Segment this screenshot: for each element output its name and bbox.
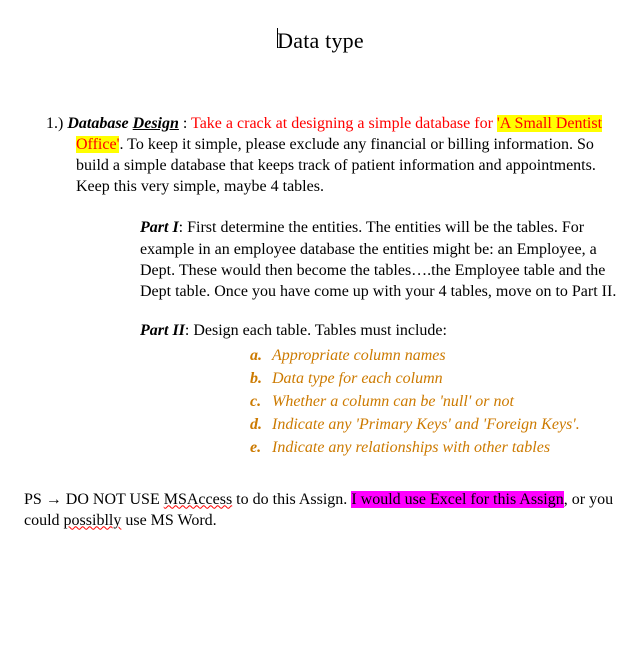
part-2-body: : Design each table. Tables must include… <box>185 322 447 339</box>
list-text: Indicate any relationships with other ta… <box>272 437 625 458</box>
ps-label: PS <box>24 491 46 508</box>
list-text: Indicate any 'Primary Keys' and 'Foreign… <box>272 414 625 435</box>
question-1-paragraph: 1.) Database Design : Take a crack at de… <box>76 113 625 197</box>
list-item: c. Whether a column can be 'null' or not <box>250 391 625 412</box>
postscript: PS → DO NOT USE MSAccess to do this Assi… <box>24 489 625 531</box>
list-item: e. Indicate any relationships with other… <box>250 437 625 458</box>
list-item: a. Appropriate column names <box>250 345 625 366</box>
ps-highlight-excel-1: I would use Excel for <box>351 491 493 508</box>
list-letter: a. <box>250 345 272 366</box>
document-page: Data type 1.) Database Design : Take a c… <box>0 0 641 551</box>
part-2-heading: Part II <box>140 322 185 339</box>
label-design: Design <box>133 115 179 132</box>
question-1: 1.) Database Design : Take a crack at de… <box>46 113 625 459</box>
ps-before-msaccess: DO NOT USE <box>62 491 164 508</box>
part-1-body: : First determine the entities. The enti… <box>140 219 616 299</box>
list-item: b. Data type for each column <box>250 368 625 389</box>
part-2-requirements-list: a. Appropriate column names b. Data type… <box>250 345 625 459</box>
list-text: Whether a column can be 'null' or not <box>272 391 625 412</box>
ps-mid: to do this Assign. <box>232 491 351 508</box>
list-item: d. Indicate any 'Primary Keys' and 'Fore… <box>250 414 625 435</box>
list-letter: d. <box>250 414 272 435</box>
title-text: Data type <box>277 28 364 53</box>
arrow-icon: → <box>46 491 62 508</box>
part-2: Part II: Design each table. Tables must … <box>140 320 625 459</box>
question-number: 1.) <box>46 115 63 132</box>
ps-after2: use MS Word. <box>121 512 216 529</box>
ps-msaccess: MSAccess <box>164 491 232 508</box>
part-1: Part I: First determine the entities. Th… <box>140 217 625 301</box>
label-database: Database <box>67 115 128 132</box>
part-1-heading: Part I <box>140 219 179 236</box>
ps-highlight-excel-2: this Assign <box>493 491 564 508</box>
red-lead-text: Take a crack at designing a simple datab… <box>191 115 497 132</box>
list-letter: c. <box>250 391 272 412</box>
question-1-body: To keep it simple, please exclude any fi… <box>76 136 596 195</box>
ps-possiblly: possiblly <box>64 512 122 529</box>
list-text: Appropriate column names <box>272 345 625 366</box>
list-letter: b. <box>250 368 272 389</box>
list-text: Data type for each column <box>272 368 625 389</box>
label-colon: : <box>183 115 191 132</box>
page-title: Data type <box>16 26 625 55</box>
list-letter: e. <box>250 437 272 458</box>
